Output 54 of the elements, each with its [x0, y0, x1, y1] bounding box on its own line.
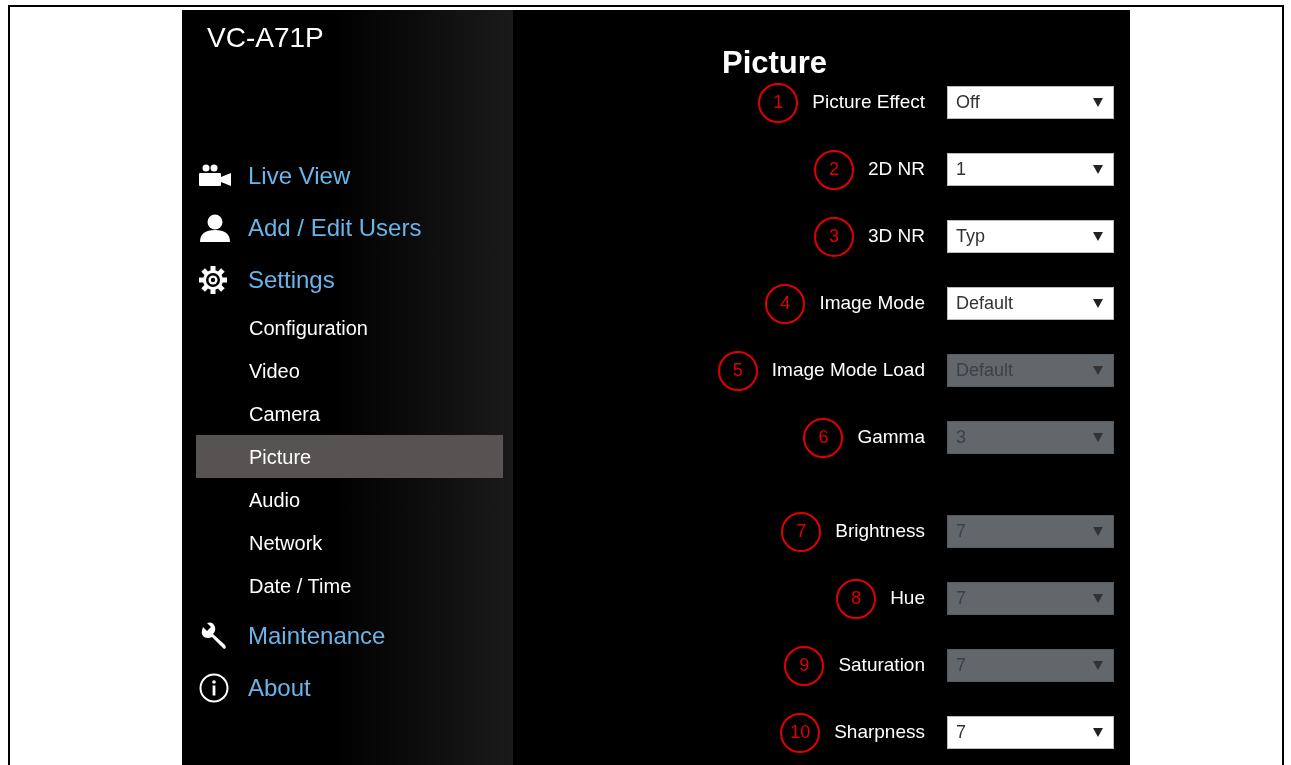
callout-number: 2 — [814, 149, 854, 190]
caret-icon — [1093, 232, 1103, 241]
caret-icon — [1093, 299, 1103, 308]
caret-icon — [1093, 527, 1103, 536]
nav-link[interactable]: Live View — [248, 158, 351, 194]
caret-icon — [1093, 165, 1103, 174]
caret-icon — [1093, 98, 1103, 107]
nav-subitem[interactable]: Audio — [196, 478, 503, 521]
dropdown[interactable]: 7 — [947, 716, 1114, 749]
nav-link[interactable]: Add / Edit Users — [248, 210, 422, 246]
callout-number: 8 — [836, 578, 877, 619]
setting-label: Gamma — [857, 425, 925, 450]
nav-link[interactable]: Settings — [248, 262, 335, 298]
device-title: VC-A71P — [207, 21, 324, 55]
dropdown[interactable]: Typ — [947, 220, 1114, 253]
nav-subitem[interactable]: Network — [196, 521, 503, 564]
setting-label: Hue — [890, 586, 925, 611]
page-heading: Picture — [722, 44, 828, 82]
callout-number: 3 — [814, 216, 854, 257]
callout-number: 6 — [803, 417, 844, 458]
caret-icon — [1093, 661, 1103, 670]
callout-number: 4 — [765, 283, 806, 324]
setting-label: Picture Effect — [812, 90, 925, 115]
setting-label: Image Mode Load — [771, 358, 925, 383]
setting-label: Saturation — [838, 653, 925, 678]
dropdown[interactable]: Off — [947, 86, 1114, 119]
dropdown[interactable]: Default — [947, 287, 1114, 320]
nav-subitem[interactable]: Configuration — [196, 306, 503, 349]
caret-icon — [1093, 433, 1103, 442]
nav-subitem[interactable]: Picture — [196, 435, 503, 478]
video-camera-icon — [199, 164, 231, 188]
callout-number: 1 — [758, 82, 799, 123]
nav-subitem[interactable]: Date / Time — [196, 564, 503, 607]
callout-number: 5 — [717, 350, 758, 391]
callout-number: 9 — [784, 645, 825, 686]
info-icon — [199, 673, 229, 703]
setting-label: 3D NR — [868, 224, 925, 249]
setting-label: Sharpness — [834, 720, 925, 745]
nav-subitem[interactable]: Video — [196, 349, 503, 392]
nav-link[interactable]: About — [248, 670, 311, 706]
callout-number: 7 — [781, 511, 822, 552]
setting-label: Image Mode — [819, 291, 925, 316]
nav-link[interactable]: Maintenance — [248, 618, 386, 654]
callout-number: 10 — [780, 712, 821, 753]
setting-label: 2D NR — [868, 157, 925, 182]
caret-icon — [1093, 366, 1103, 375]
settings-icon — [199, 266, 227, 294]
user-icon — [199, 214, 231, 242]
setting-label: Brightness — [835, 519, 925, 544]
nav-subitem[interactable]: Camera — [196, 392, 503, 435]
caret-icon — [1093, 594, 1103, 603]
dropdown[interactable]: 1 — [947, 153, 1114, 186]
wrench-icon — [199, 621, 229, 651]
caret-icon — [1093, 728, 1103, 737]
